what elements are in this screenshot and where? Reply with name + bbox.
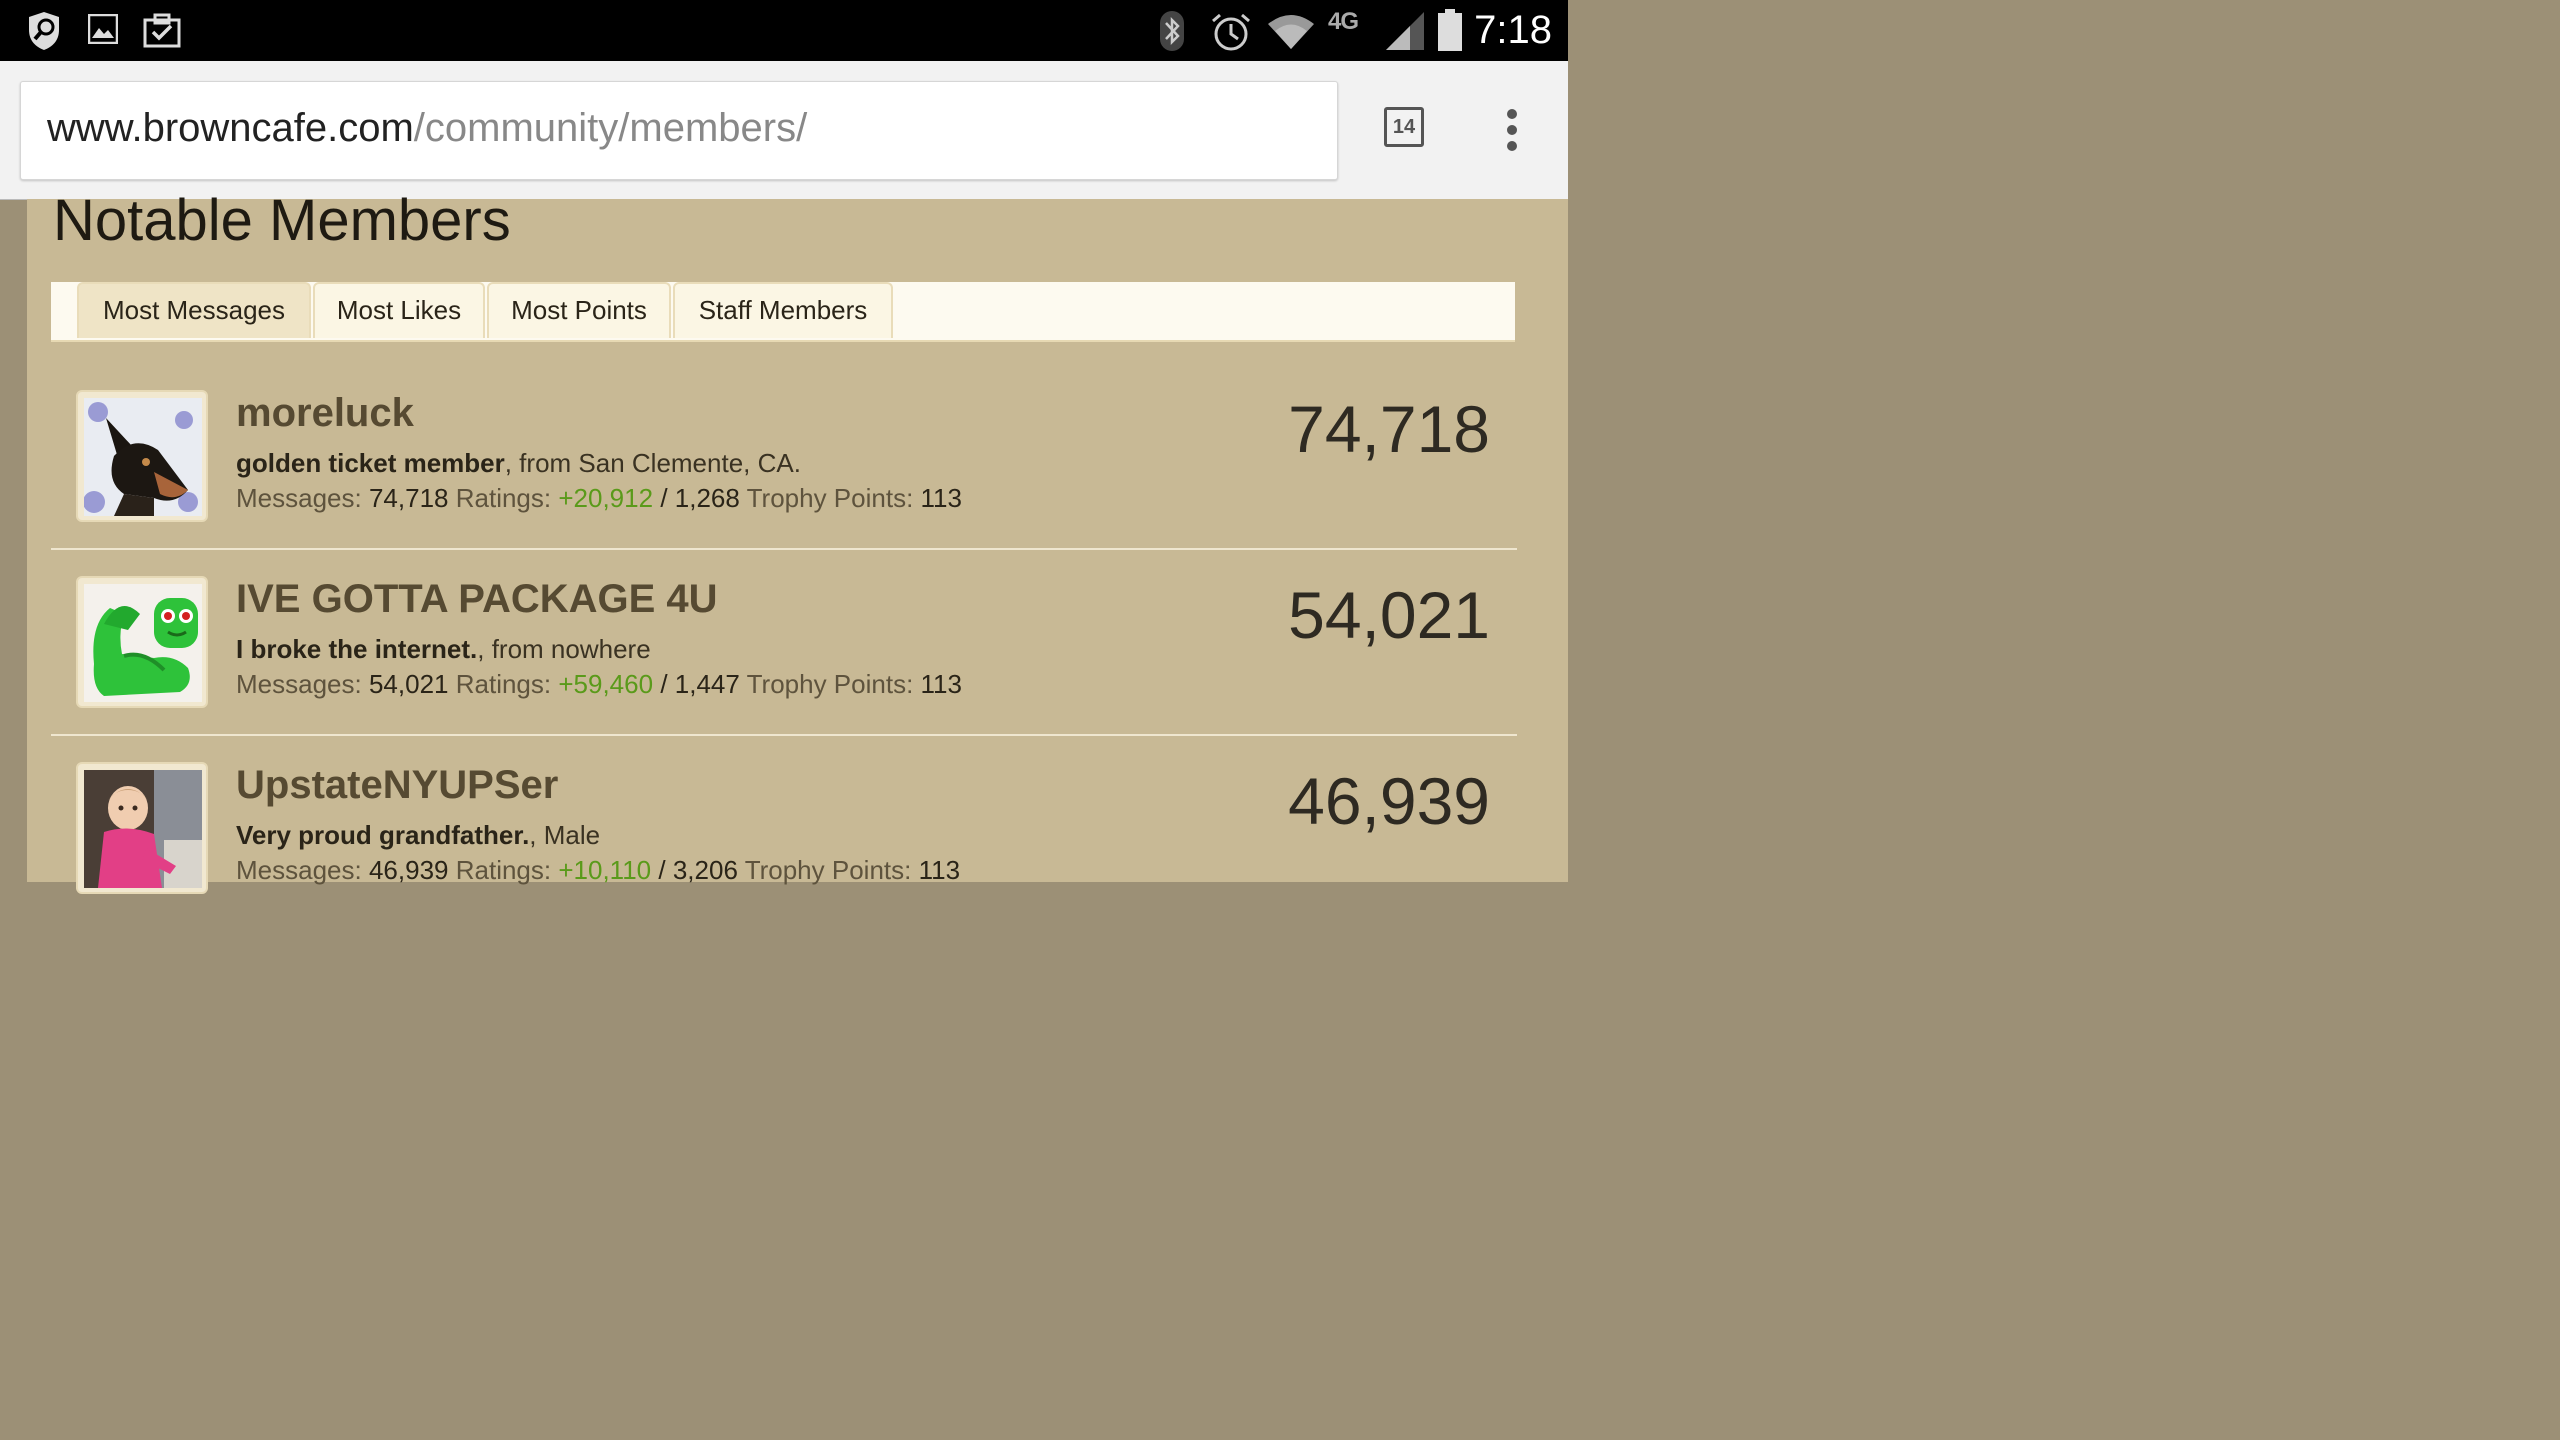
member-name[interactable]: IVE GOTTA PACKAGE 4U: [236, 577, 718, 622]
list-item: UpstateNYUPSer Very proud grandfather., …: [51, 753, 1517, 939]
page-content: Notable Members Most Messages Most Likes…: [27, 188, 1568, 894]
ratings-separator: /: [660, 483, 668, 513]
avatar[interactable]: [76, 390, 208, 522]
member-stats: Messages: 54,021 Ratings: +59,460 / 1,44…: [236, 669, 962, 700]
avatar-image: [84, 584, 202, 702]
avatar[interactable]: [76, 576, 208, 708]
ratings-other: 1,268: [674, 483, 740, 513]
url-domain: www.browncafe.com: [47, 106, 414, 150]
clock-time: 7:18: [1474, 8, 1552, 52]
member-title: golden ticket member, from San Clemente,…: [236, 448, 801, 479]
member-tabs: Most Messages Most Likes Most Points Sta…: [51, 282, 1515, 342]
member-location: , from nowhere: [477, 634, 651, 664]
trophy-value: 113: [920, 483, 962, 513]
tab-most-messages[interactable]: Most Messages: [77, 282, 311, 338]
signal-icon: [1386, 12, 1424, 50]
ratings-positive: +10,110: [558, 855, 652, 885]
ratings-label: Ratings:: [455, 669, 552, 699]
divider: [51, 734, 1517, 736]
message-count: 74,718: [1288, 392, 1490, 466]
trophy-value: 113: [920, 669, 962, 699]
message-count: 54,021: [1288, 578, 1490, 652]
tab-most-likes[interactable]: Most Likes: [313, 282, 485, 338]
tabs-icon[interactable]: 14: [1384, 107, 1424, 147]
ratings-other: 1,447: [674, 669, 740, 699]
ratings-separator: /: [660, 669, 668, 699]
divider: [51, 548, 1517, 550]
member-title: Very proud grandfather., Male: [236, 820, 600, 851]
member-name[interactable]: moreluck: [236, 391, 414, 436]
messages-value: 46,939: [368, 855, 449, 885]
avatar[interactable]: [76, 762, 208, 894]
tab-staff-members[interactable]: Staff Members: [673, 282, 893, 338]
member-gender: , Male: [529, 820, 601, 850]
battery-icon: [1438, 9, 1462, 51]
member-stats: Messages: 46,939 Ratings: +10,110 / 3,20…: [236, 855, 960, 886]
user-title-text: golden ticket member: [236, 448, 505, 478]
ratings-separator: /: [658, 855, 666, 885]
image-icon: [88, 14, 118, 44]
network-type-label: 4G: [1328, 8, 1359, 35]
trophy-label: Trophy Points:: [744, 855, 912, 885]
status-bar: 4G 7:18: [0, 0, 1568, 61]
member-title: I broke the internet., from nowhere: [236, 634, 651, 665]
avatar-image: [84, 770, 202, 888]
messages-label: Messages:: [236, 483, 362, 513]
browser-toolbar: www.browncafe.com/community/members/ 14: [0, 61, 1568, 200]
member-location: , from San Clemente, CA.: [504, 448, 801, 478]
trophy-label: Trophy Points:: [746, 483, 914, 513]
address-bar[interactable]: www.browncafe.com/community/members/: [20, 81, 1338, 180]
list-item: moreluck golden ticket member, from San …: [51, 381, 1517, 567]
clipboard-check-icon: [143, 13, 181, 48]
trophy-value: 113: [918, 855, 961, 885]
user-title-text: Very proud grandfather.: [236, 820, 530, 850]
member-stats: Messages: 74,718 Ratings: +20,912 / 1,26…: [236, 483, 962, 514]
message-count: 46,939: [1288, 764, 1490, 838]
user-title-text: I broke the internet.: [236, 634, 478, 664]
overflow-menu-icon[interactable]: [1502, 109, 1522, 153]
messages-label: Messages:: [236, 669, 362, 699]
tab-most-points[interactable]: Most Points: [487, 282, 671, 338]
page-title: Notable Members: [53, 188, 511, 253]
member-name[interactable]: UpstateNYUPSer: [236, 763, 558, 808]
bluetooth-icon: [1160, 11, 1184, 51]
avatar-image: [84, 398, 202, 516]
ratings-label: Ratings:: [455, 483, 552, 513]
ratings-positive: +20,912: [558, 483, 654, 513]
ratings-positive: +59,460: [558, 669, 654, 699]
list-item: IVE GOTTA PACKAGE 4U I broke the interne…: [51, 567, 1517, 753]
ratings-label: Ratings:: [455, 855, 552, 885]
alarm-icon: [1212, 13, 1250, 51]
url-path: /community/members/: [413, 106, 808, 150]
shield-search-icon: [29, 12, 59, 50]
ratings-other: 3,206: [672, 855, 738, 885]
messages-value: 54,021: [368, 669, 449, 699]
url-text[interactable]: www.browncafe.com/community/members/: [47, 106, 807, 151]
messages-value: 74,718: [368, 483, 449, 513]
messages-label: Messages:: [236, 855, 362, 885]
trophy-label: Trophy Points:: [746, 669, 914, 699]
wifi-icon: [1268, 15, 1314, 49]
